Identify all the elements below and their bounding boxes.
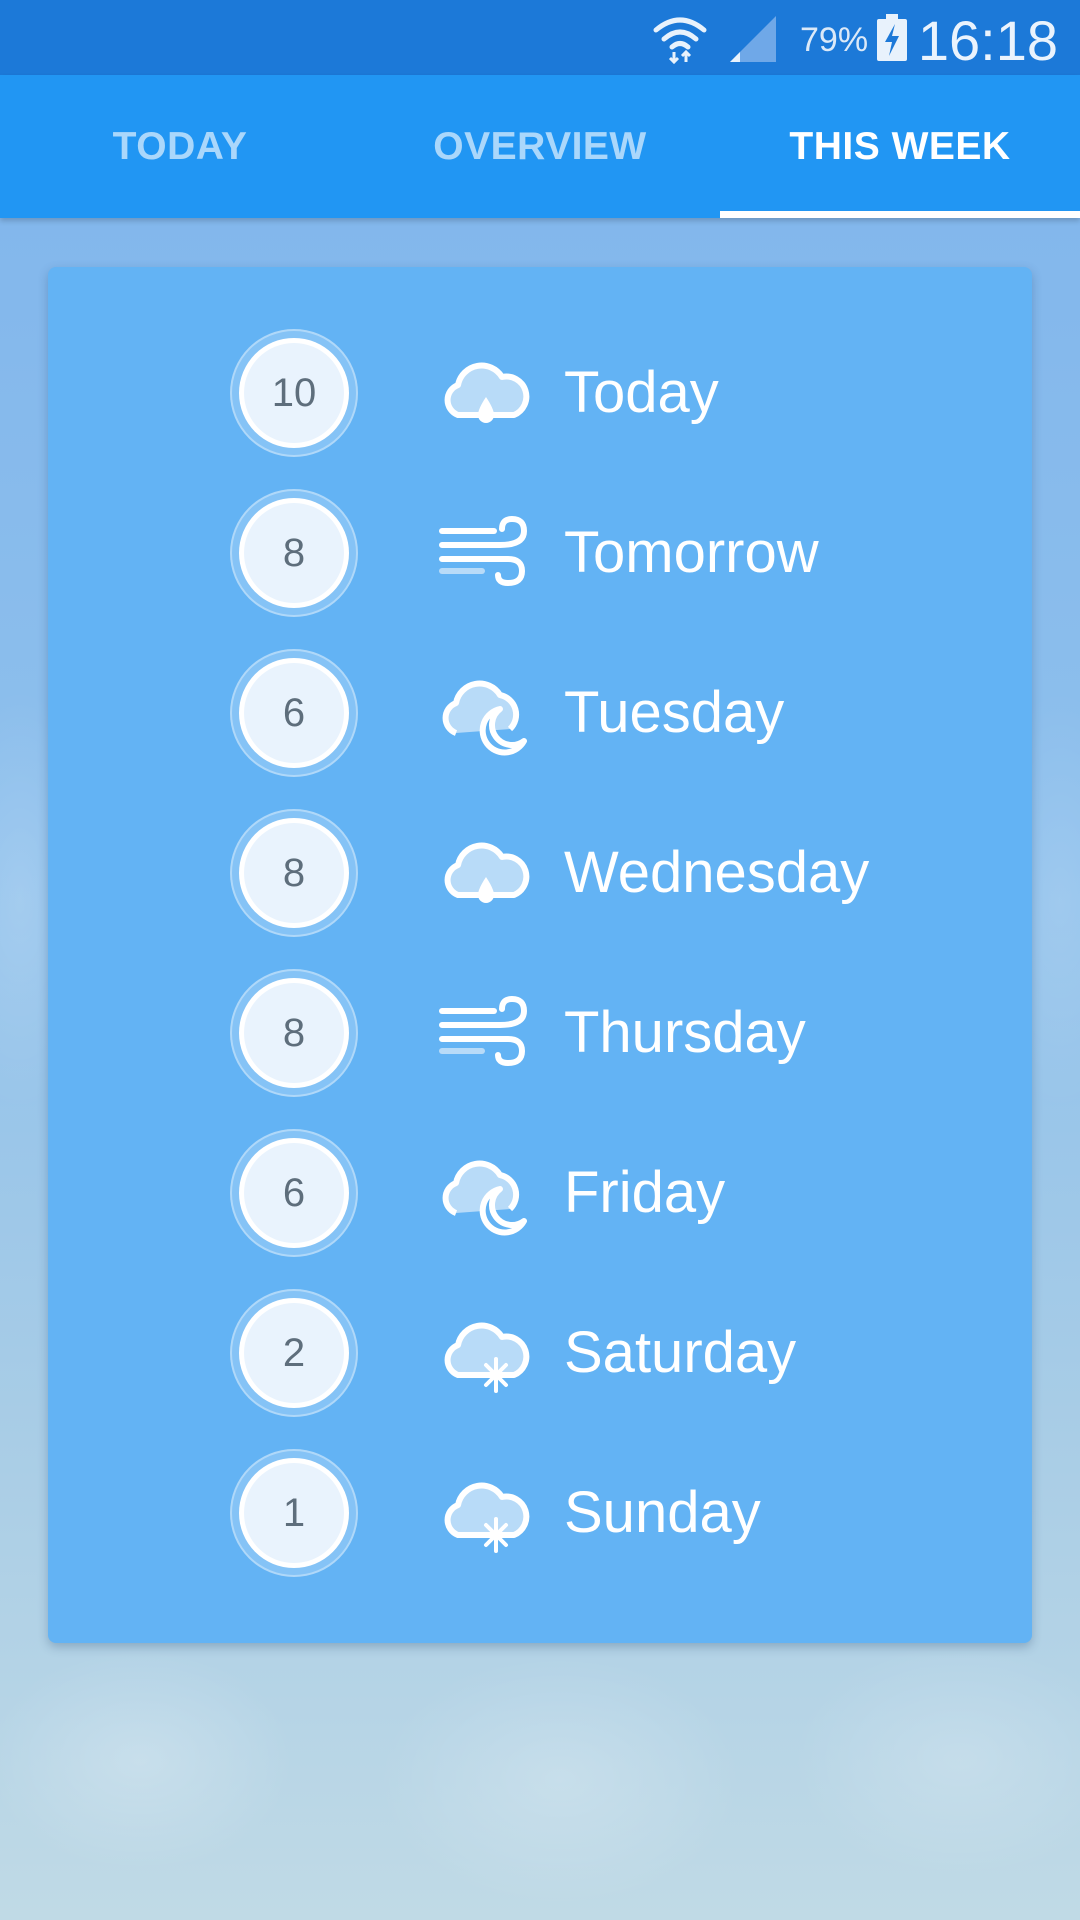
list-item[interactable]: 10 Today [230,329,930,457]
signal-icon [730,16,776,62]
day-label: Wednesday [564,840,870,905]
list-item[interactable]: 1 Sunday [230,1449,930,1577]
status-bar: 79% 16:18 [0,0,1080,75]
value-badge-number: 10 [244,343,344,443]
value-badge: 8 [230,489,358,617]
active-tab-indicator [720,211,1080,218]
day-label: Today [564,360,719,425]
day-label: Friday [564,1160,726,1225]
tab-overview[interactable]: OVERVIEW [360,75,720,218]
value-badge: 8 [230,969,358,1097]
day-label: Sunday [564,1480,761,1545]
list-item[interactable]: 8 Tomorrow [230,489,930,617]
value-badge: 10 [230,329,358,457]
value-badge: 6 [230,649,358,777]
cloud-moon-icon [442,1160,527,1236]
value-badge-number: 1 [244,1463,344,1563]
wind-icon [439,515,528,587]
battery-charging-icon [877,14,907,61]
day-label: Tuesday [564,680,785,745]
wifi-icon [653,17,707,64]
value-badge-number: 6 [244,1143,344,1243]
value-badge-number: 8 [244,983,344,1083]
tab-bar: TODAY OVERVIEW THIS WEEK [0,75,1080,218]
list-item[interactable]: 8 Thursday [230,969,930,1097]
cloud-snow-icon [444,1322,530,1393]
cloud-snow-icon [444,1482,530,1553]
tab-this-week[interactable]: THIS WEEK [720,75,1080,218]
list-item[interactable]: 8 Wednesday [230,809,930,937]
value-badge-number: 6 [244,663,344,763]
value-badge: 2 [230,1289,358,1417]
day-label: Thursday [564,1000,806,1065]
day-label: Saturday [564,1320,797,1385]
week-forecast-card: 10 Today 8 Tomorrow 6 Tuesday 8 Wednesda… [48,267,1032,1643]
tab-today[interactable]: TODAY [0,75,360,218]
cloud-moon-icon [442,680,527,756]
value-badge-number: 8 [244,503,344,603]
wind-icon [439,995,528,1067]
value-badge: 8 [230,809,358,937]
value-badge: 6 [230,1129,358,1257]
list-item[interactable]: 2 Saturday [230,1289,930,1417]
battery-percent: 79% [800,21,869,59]
day-label: Tomorrow [564,520,819,585]
cloud-rain-icon [444,362,530,423]
value-badge-number: 8 [244,823,344,923]
list-item[interactable]: 6 Tuesday [230,649,930,777]
value-badge-number: 2 [244,1303,344,1403]
value-badge: 1 [230,1449,358,1577]
cloud-rain-icon [444,842,530,903]
list-item[interactable]: 6 Friday [230,1129,930,1257]
clock: 16:18 [917,9,1058,72]
